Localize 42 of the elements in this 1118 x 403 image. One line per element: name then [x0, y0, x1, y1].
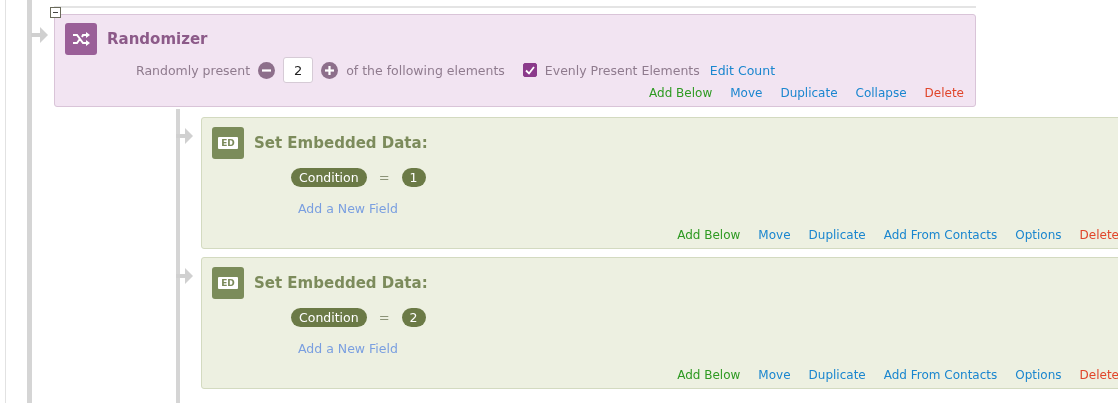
- action-link[interactable]: Duplicate: [780, 85, 838, 100]
- delete-link[interactable]: Delete: [1079, 367, 1118, 382]
- embedded-data-title: Set Embedded Data:: [254, 133, 428, 152]
- elements-label: of the following elements: [346, 62, 505, 78]
- add-below-link[interactable]: Add Below: [677, 227, 741, 242]
- action-link[interactable]: Move: [758, 367, 791, 382]
- add-below-link[interactable]: Add Below: [649, 85, 713, 100]
- equals-sign: =: [378, 309, 390, 325]
- action-link[interactable]: Add From Contacts: [883, 227, 998, 242]
- add-field-link[interactable]: Add a New Field: [298, 200, 1118, 216]
- plus-icon: [325, 65, 335, 75]
- action-link[interactable]: Duplicate: [808, 227, 866, 242]
- field-value[interactable]: 1: [401, 167, 426, 187]
- add-field-link[interactable]: Add a New Field: [298, 340, 1118, 356]
- shuffle-icon: [65, 23, 97, 55]
- field-name[interactable]: Condition: [291, 167, 367, 187]
- action-link[interactable]: Move: [730, 85, 763, 100]
- delete-link[interactable]: Delete: [1079, 227, 1118, 242]
- embedded-data-icon: ED: [212, 266, 244, 299]
- count-input[interactable]: 2: [283, 57, 314, 83]
- equals-sign: =: [378, 169, 390, 185]
- action-link[interactable]: Collapse: [855, 85, 907, 100]
- action-link[interactable]: Duplicate: [808, 367, 866, 382]
- embedded-data-title: Set Embedded Data:: [254, 273, 428, 292]
- field-value[interactable]: 2: [401, 307, 426, 327]
- randomizer-title: Randomizer: [107, 30, 208, 48]
- add-below-link[interactable]: Add Below: [677, 367, 741, 382]
- action-link[interactable]: Options: [1015, 367, 1062, 382]
- minus-button[interactable]: [258, 61, 276, 79]
- action-link[interactable]: Options: [1015, 227, 1062, 242]
- field-name[interactable]: Condition: [291, 307, 367, 327]
- plus-button[interactable]: [321, 61, 339, 79]
- minus-icon: [262, 68, 272, 72]
- action-link[interactable]: Add From Contacts: [883, 367, 998, 382]
- delete-link[interactable]: Delete: [924, 85, 964, 100]
- evenly-checkbox[interactable]: [522, 63, 537, 77]
- action-link[interactable]: Move: [758, 227, 791, 242]
- embedded-data-icon: ED: [212, 126, 244, 159]
- present-label: Randomly present: [136, 62, 251, 78]
- evenly-label: Evenly Present Elements: [544, 62, 700, 78]
- edit-count-link[interactable]: Edit Count: [709, 62, 776, 78]
- collapse-icon[interactable]: [50, 7, 61, 18]
